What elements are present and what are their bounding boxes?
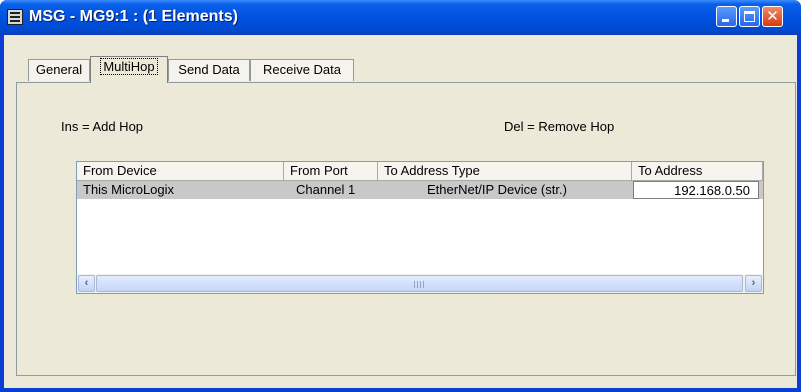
cell-to-address[interactable]: 192.168.0.50 (633, 181, 759, 199)
tab-general[interactable]: General (28, 59, 90, 81)
add-hop-hint: Ins = Add Hop (61, 119, 144, 134)
cell-from-port[interactable]: Channel 1 (296, 181, 376, 199)
tab-multihop-label: MultiHop (100, 58, 158, 75)
horizontal-scrollbar[interactable]: ‹ › (77, 274, 763, 293)
scroll-thumb[interactable] (96, 275, 743, 292)
tab-strip: General MultiHop Send Data Receive Data (4, 35, 797, 83)
remove-hop-hint: Del = Remove Hop (504, 119, 615, 134)
close-button[interactable]: ✕ (762, 6, 783, 27)
tab-multihop[interactable]: MultiHop (90, 56, 168, 83)
hop-table[interactable]: From Device From Port To Address Type To… (76, 161, 764, 294)
column-header-from-device[interactable]: From Device (77, 162, 284, 181)
minimize-button[interactable] (716, 6, 737, 27)
column-header-from-port[interactable]: From Port (284, 162, 378, 181)
cell-to-address-type[interactable]: EtherNet/IP Device (str.) (427, 181, 627, 199)
scroll-left-icon[interactable]: ‹ (78, 275, 95, 292)
window-client-area: General MultiHop Send Data Receive Data … (4, 35, 797, 388)
app-icon[interactable] (7, 9, 23, 25)
message-window: MSG - MG9:1 : (1 Elements) ✕ General Mul… (0, 0, 801, 392)
scroll-right-icon[interactable]: › (745, 275, 762, 292)
scroll-grip-icon (414, 281, 426, 288)
maximize-button[interactable] (739, 6, 760, 27)
minimize-icon (722, 19, 729, 22)
column-header-to-address[interactable]: To Address (632, 162, 763, 181)
close-icon: ✕ (766, 7, 779, 25)
tab-send-data[interactable]: Send Data (168, 59, 250, 81)
title-bar[interactable]: MSG - MG9:1 : (1 Elements) ✕ (0, 0, 801, 35)
column-header-to-address-type[interactable]: To Address Type (378, 162, 632, 181)
window-title: MSG - MG9:1 : (1 Elements) (29, 8, 238, 25)
table-row[interactable]: This MicroLogix Channel 1 EtherNet/IP De… (77, 181, 763, 199)
tab-receive-data[interactable]: Receive Data (250, 59, 354, 81)
maximize-icon (744, 11, 755, 22)
cell-from-device[interactable]: This MicroLogix (83, 181, 283, 199)
